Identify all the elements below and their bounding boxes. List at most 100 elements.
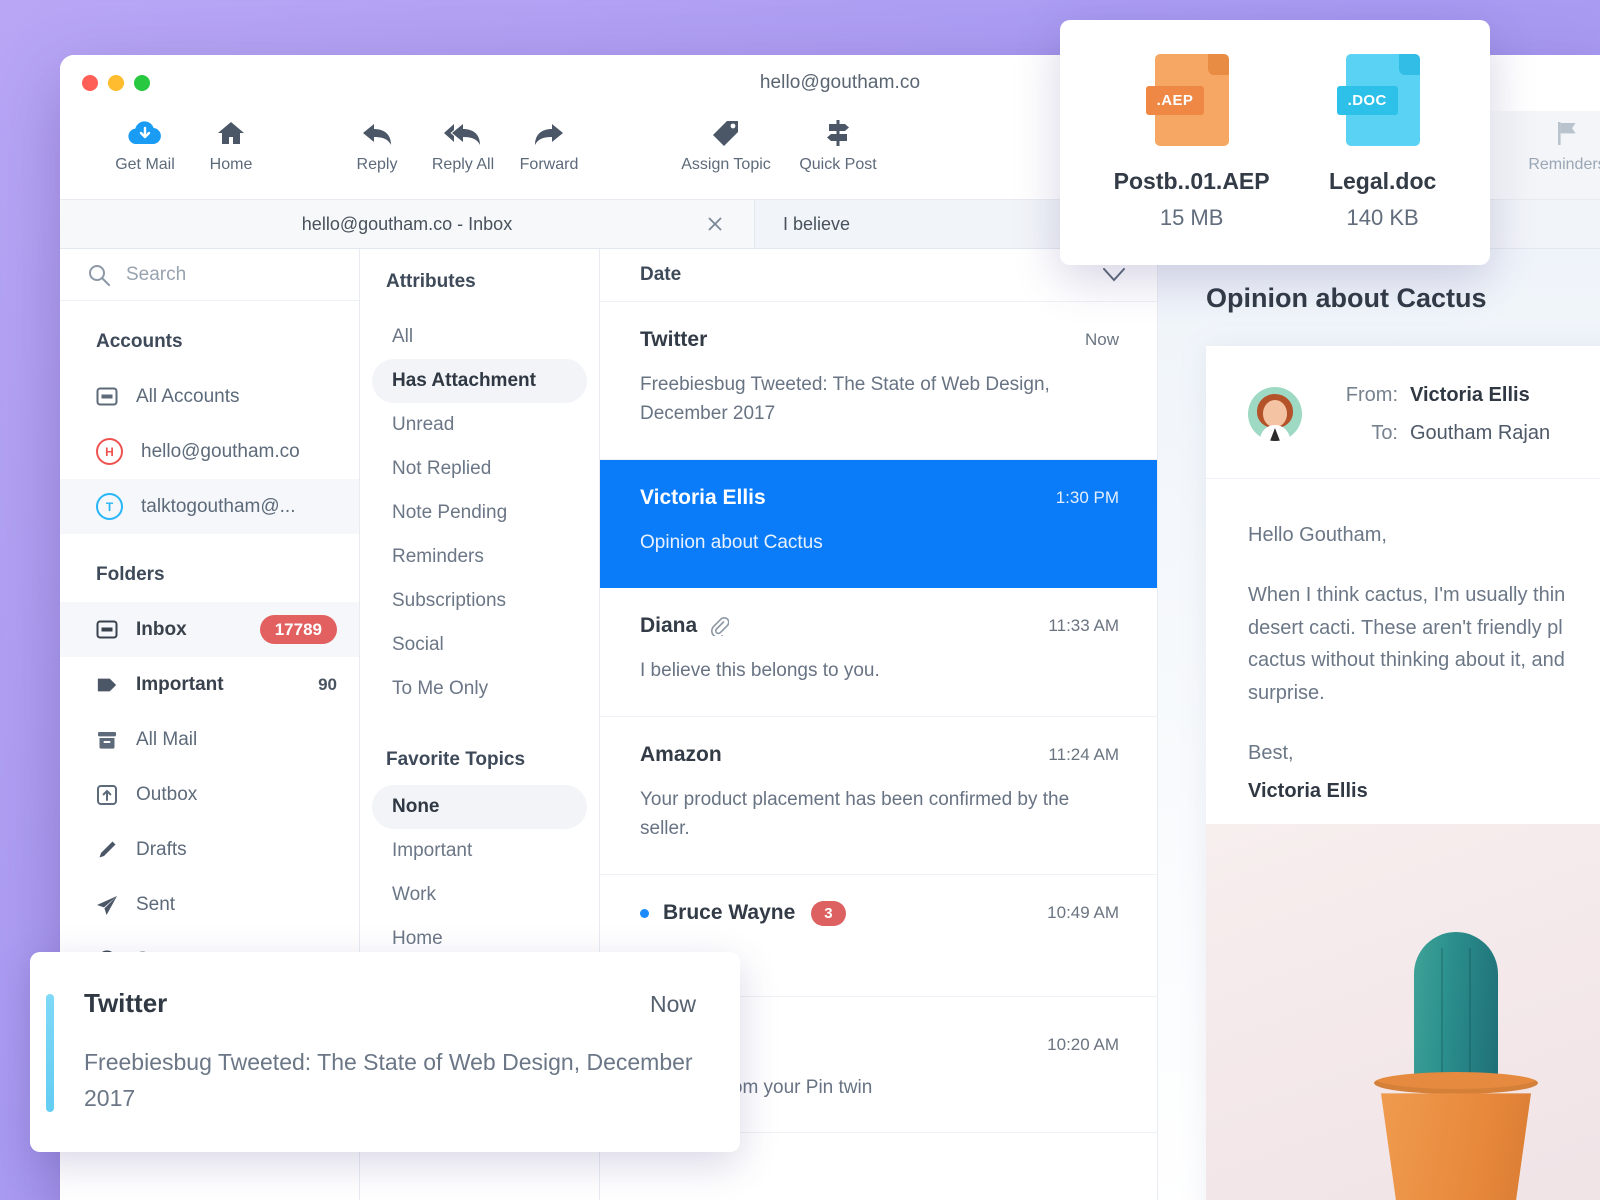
- table-row[interactable]: Twitter Now Freebiesbug Tweeted: The Sta…: [600, 302, 1157, 460]
- notification-accent-bar: [46, 994, 54, 1112]
- quick-post-label: Quick Post: [799, 156, 877, 173]
- message-preview: Opinion about Cactus: [640, 531, 823, 553]
- sidebar-item-drafts[interactable]: Drafts: [60, 822, 359, 877]
- attribute-subscriptions[interactable]: Subscriptions: [372, 579, 587, 623]
- inbox-icon: [96, 619, 118, 641]
- message-sender: Twitter: [640, 328, 708, 351]
- attribute-to-me-only[interactable]: To Me Only: [372, 667, 587, 711]
- sidebar-item-sent-label: Sent: [136, 893, 176, 915]
- avatar: H: [96, 438, 123, 465]
- table-row[interactable]: Amazon 11:24 AM Your product placement h…: [600, 717, 1157, 875]
- to-value: Goutham Rajan: [1410, 422, 1551, 444]
- body-line-1: When I think cactus, I'm usually thin: [1248, 584, 1566, 607]
- message-body: Hello Goutham, When I think cactus, I'm …: [1206, 479, 1600, 808]
- get-mail-button[interactable]: Get Mail: [102, 117, 188, 174]
- signpost-icon: [823, 117, 853, 149]
- avatar: [1248, 387, 1302, 441]
- message-time: Now: [1084, 330, 1119, 349]
- doc-file-icon: .DOC: [1336, 54, 1420, 146]
- reminders-button[interactable]: Reminders: [1524, 117, 1600, 174]
- sort-label: Date: [640, 264, 682, 285]
- sidebar-item-outbox-label: Outbox: [136, 783, 198, 805]
- from-value: Victoria Ellis: [1410, 384, 1530, 406]
- message-time: 10:49 AM: [1047, 903, 1119, 923]
- doc-extension-label: .DOC: [1336, 86, 1398, 115]
- reminders-label: Reminders: [1528, 156, 1600, 173]
- message-preview: Your product placement has been confirme…: [640, 788, 1070, 840]
- attachment-icon: [709, 616, 730, 637]
- attribute-social[interactable]: Social: [372, 623, 587, 667]
- topic-important[interactable]: Important: [372, 829, 587, 873]
- sidebar-item-sent[interactable]: Sent: [60, 877, 359, 932]
- attachment-item[interactable]: .DOC Legal.doc 140 KB: [1329, 54, 1436, 231]
- message-time: 1:30 PM: [1055, 487, 1119, 507]
- message-sender: Amazon: [640, 742, 722, 766]
- attribute-not-replied[interactable]: Not Replied: [372, 447, 587, 491]
- tab-inbox-label: hello@goutham.co - Inbox: [301, 213, 513, 234]
- sidebar-item-outbox[interactable]: Outbox: [60, 767, 359, 822]
- attribute-reminders[interactable]: Reminders: [372, 535, 587, 579]
- table-row[interactable]: Diana 11:33 AM I believe this belongs to…: [600, 588, 1157, 717]
- attribute-has-attachment[interactable]: Has Attachment: [372, 359, 587, 403]
- aep-extension-label: .AEP: [1145, 86, 1205, 115]
- quick-post-button[interactable]: Quick Post: [782, 117, 894, 174]
- inbox-unread-badge: 17789: [259, 615, 337, 644]
- attachment-popup: .AEP Postb..01.AEP 15 MB .DOC Legal.doc …: [1060, 20, 1490, 265]
- sidebar-item-important-label: Important: [136, 673, 224, 695]
- attribute-note-pending[interactable]: Note Pending: [372, 491, 587, 535]
- message-meta: From: Victoria Ellis To: Goutham Rajan: [1324, 376, 1550, 452]
- reply-button[interactable]: Reply: [334, 117, 420, 174]
- message-card: From: Victoria Ellis To: Goutham Rajan Hel…: [1206, 346, 1600, 1200]
- notification-toast[interactable]: Twitter Now Freebiesbug Tweeted: The Sta…: [30, 952, 740, 1152]
- home-button[interactable]: Home: [188, 117, 274, 174]
- inbox-icon: [96, 386, 118, 408]
- message-time: 11:24 AM: [1048, 744, 1119, 764]
- tab-inbox[interactable]: hello@goutham.co - Inbox: [60, 200, 755, 248]
- body-line-4: surprise.: [1248, 681, 1325, 704]
- home-label: Home: [209, 156, 253, 173]
- reply-all-label: Reply All: [431, 156, 495, 173]
- forward-button[interactable]: Forward: [506, 117, 592, 174]
- important-count: 90: [318, 674, 337, 694]
- sidebar-item-all-accounts[interactable]: All Accounts: [60, 369, 359, 424]
- pencil-icon: [96, 839, 118, 861]
- from-label: From:: [1345, 384, 1398, 406]
- cloud-download-icon: [128, 117, 162, 149]
- table-row[interactable]: Victoria Ellis 1:30 PM Opinion about Cac…: [600, 459, 1157, 589]
- search-input[interactable]: Search: [60, 249, 359, 301]
- tab-close-icon[interactable]: [706, 215, 724, 233]
- message-time: 11:33 AM: [1048, 616, 1119, 636]
- tag-icon: [711, 117, 741, 149]
- sidebar-item-talktogoutham-account[interactable]: T talktogoutham@...: [60, 479, 359, 534]
- sidebar-item-all-mail[interactable]: All Mail: [60, 712, 359, 767]
- topic-none[interactable]: None: [372, 785, 587, 829]
- outbox-icon: [96, 784, 118, 806]
- sidebar-item-drafts-label: Drafts: [136, 838, 187, 860]
- assign-topic-label: Assign Topic: [681, 156, 771, 173]
- reply-all-icon: [444, 117, 482, 149]
- assign-topic-button[interactable]: Assign Topic: [670, 117, 782, 174]
- reply-all-button[interactable]: Reply All: [420, 117, 506, 174]
- sidebar-item-hello-account[interactable]: H hello@goutham.co: [60, 424, 359, 479]
- notification-time: Now: [649, 991, 696, 1017]
- reply-label: Reply: [356, 156, 398, 173]
- tag-icon: [96, 676, 118, 694]
- search-icon: [88, 264, 110, 286]
- chevron-down-icon[interactable]: [1103, 268, 1125, 282]
- message-preview: Freebiesbug Tweeted: The State of Web De…: [640, 374, 1050, 425]
- sidebar-item-hello-account-label: hello@goutham.co: [141, 440, 300, 462]
- topic-work[interactable]: Work: [372, 873, 587, 917]
- attachment-item[interactable]: .AEP Postb..01.AEP 15 MB: [1114, 54, 1270, 231]
- attachment-size: 140 KB: [1346, 205, 1419, 230]
- sidebar-item-important[interactable]: Important 90: [60, 657, 359, 712]
- tab-message-label: I believe: [783, 213, 851, 234]
- thread-count-badge: 3: [811, 900, 846, 926]
- attachment-name: Postb..01.AEP: [1113, 168, 1270, 194]
- sidebar-item-inbox[interactable]: Inbox 17789: [60, 602, 359, 657]
- reading-pane: Opinion about Cactus From: Victoria Ellis…: [1158, 249, 1600, 1200]
- attribute-all[interactable]: All: [372, 315, 587, 359]
- send-icon: [96, 894, 118, 916]
- forward-label: Forward: [519, 156, 579, 173]
- attribute-unread[interactable]: Unread: [372, 403, 587, 447]
- toolbar-overflow: Reminders: [1484, 111, 1600, 199]
